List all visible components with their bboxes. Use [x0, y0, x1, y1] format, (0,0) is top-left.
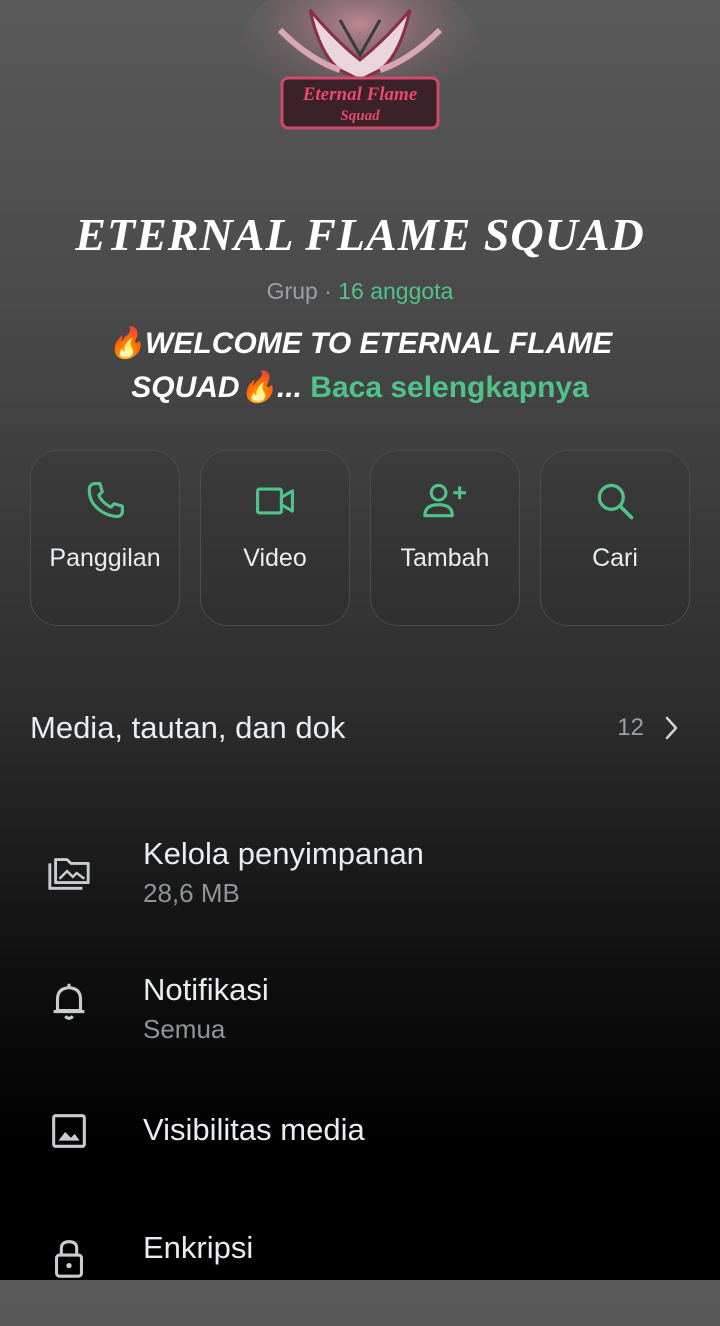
notifications-title: Notifikasi: [143, 972, 269, 1007]
encryption-title: Enkripsi: [143, 1230, 254, 1265]
media-label: Media, tautan, dan dok: [30, 710, 346, 745]
add-member-button[interactable]: Tambah: [370, 450, 520, 626]
svg-text:Eternal Flame: Eternal Flame: [302, 84, 418, 105]
group-name[interactable]: ETERNAL FLAME SQUAD: [0, 208, 720, 261]
media-links-docs-row[interactable]: Media, tautan, dan dok 12: [30, 700, 680, 756]
lock-icon: [55, 1240, 83, 1278]
search-label: Cari: [592, 544, 638, 572]
add-person-icon: [423, 483, 467, 518]
group-meta: Grup · 16 anggota: [0, 278, 720, 305]
svg-text:Squad: Squad: [340, 108, 380, 124]
notifications-value: Semua: [143, 1014, 226, 1044]
media-visibility-title: Visibilitas media: [143, 1112, 365, 1147]
notifications-row[interactable]: Notifikasi Semua: [0, 968, 720, 1068]
add-label: Tambah: [400, 544, 490, 572]
storage-icon: [48, 858, 90, 890]
group-logo[interactable]: Eternal Flame Squad: [240, 0, 480, 140]
group-type: Grup: [266, 278, 318, 304]
bell-icon: [53, 983, 85, 1020]
manage-storage-title: Kelola penyimpanan: [143, 836, 424, 871]
video-button[interactable]: Video: [200, 450, 350, 626]
manage-storage-row[interactable]: Kelola penyimpanan 28,6 MB: [0, 830, 720, 930]
call-label: Panggilan: [49, 544, 161, 572]
meta-separator: ·: [324, 278, 332, 304]
video-icon: [256, 487, 294, 515]
image-icon: [52, 1114, 86, 1148]
wolf-emblem-icon: Eternal Flame Squad: [240, 0, 480, 130]
phone-icon: [87, 482, 124, 519]
read-more-link[interactable]: Baca selengkapnya: [310, 371, 588, 404]
call-button[interactable]: Panggilan: [30, 450, 180, 626]
video-label: Video: [243, 544, 307, 572]
member-count[interactable]: 16 anggota: [338, 278, 453, 304]
description-ellipsis: ...: [276, 371, 302, 404]
storage-size: 28,6 MB: [143, 878, 240, 908]
encryption-row[interactable]: Enkripsi: [0, 1226, 720, 1326]
chevron-right-icon: [665, 716, 678, 740]
media-count: 12: [617, 714, 644, 741]
media-visibility-row[interactable]: Visibilitas media: [0, 1106, 720, 1206]
search-icon: [597, 483, 634, 520]
action-buttons: Panggilan Video Tambah Cari: [30, 450, 690, 628]
group-description: 🔥WELCOME TO ETERNAL FLAME SQUAD🔥... Baca…: [80, 322, 640, 410]
search-button[interactable]: Cari: [540, 450, 690, 626]
